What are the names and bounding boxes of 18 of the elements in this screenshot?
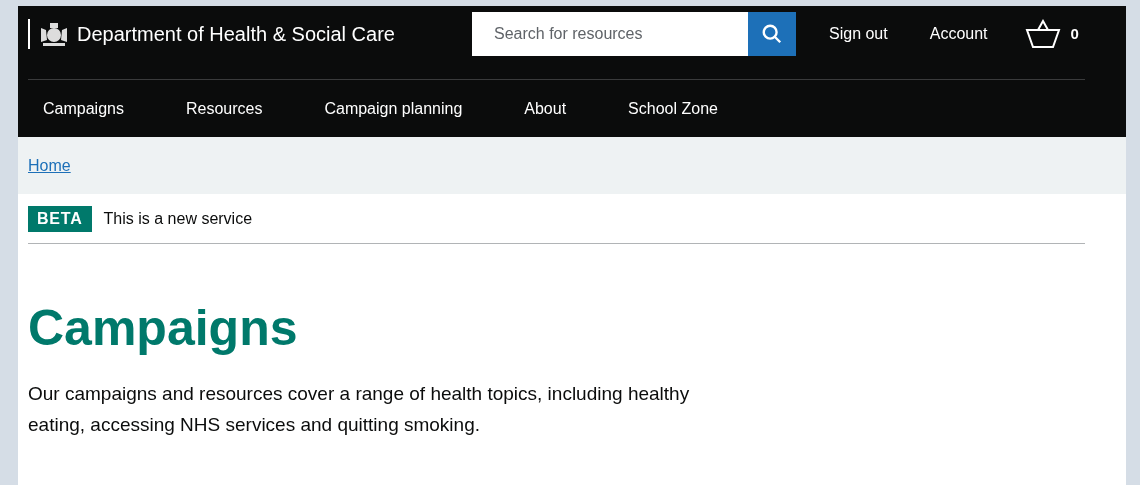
- nav-link[interactable]: About: [524, 96, 567, 121]
- page-title: Campaigns: [28, 299, 299, 358]
- beta-tag: BETA: [28, 205, 92, 232]
- breadcrumb-link[interactable]: Home: [28, 153, 71, 178]
- intro-paragraph: Our campaigns and resources cover a range of health topics, including healthy eating, accessing NHS services and quitting smoking.: [28, 382, 691, 437]
- nav-link[interactable]: Campaign planning: [324, 96, 463, 121]
- nav-link[interactable]: School Zone: [628, 96, 718, 121]
- header-link[interactable]: Sign out: [829, 22, 888, 46]
- search-icon: [761, 23, 783, 45]
- header-link[interactable]: Account: [929, 22, 988, 46]
- search-field[interactable]: Search for resources: [472, 12, 748, 56]
- nav-link[interactable]: Resources: [185, 96, 263, 121]
- search-button[interactable]: [748, 12, 796, 56]
- department-name[interactable]: Department of Health & Social Care: [77, 19, 395, 49]
- nav-link[interactable]: Campaigns: [43, 96, 124, 121]
- phase-banner-text: This is a new service: [103, 208, 253, 229]
- basket-icon: [1024, 19, 1061, 49]
- basket-link[interactable]: 0: [1024, 19, 1079, 49]
